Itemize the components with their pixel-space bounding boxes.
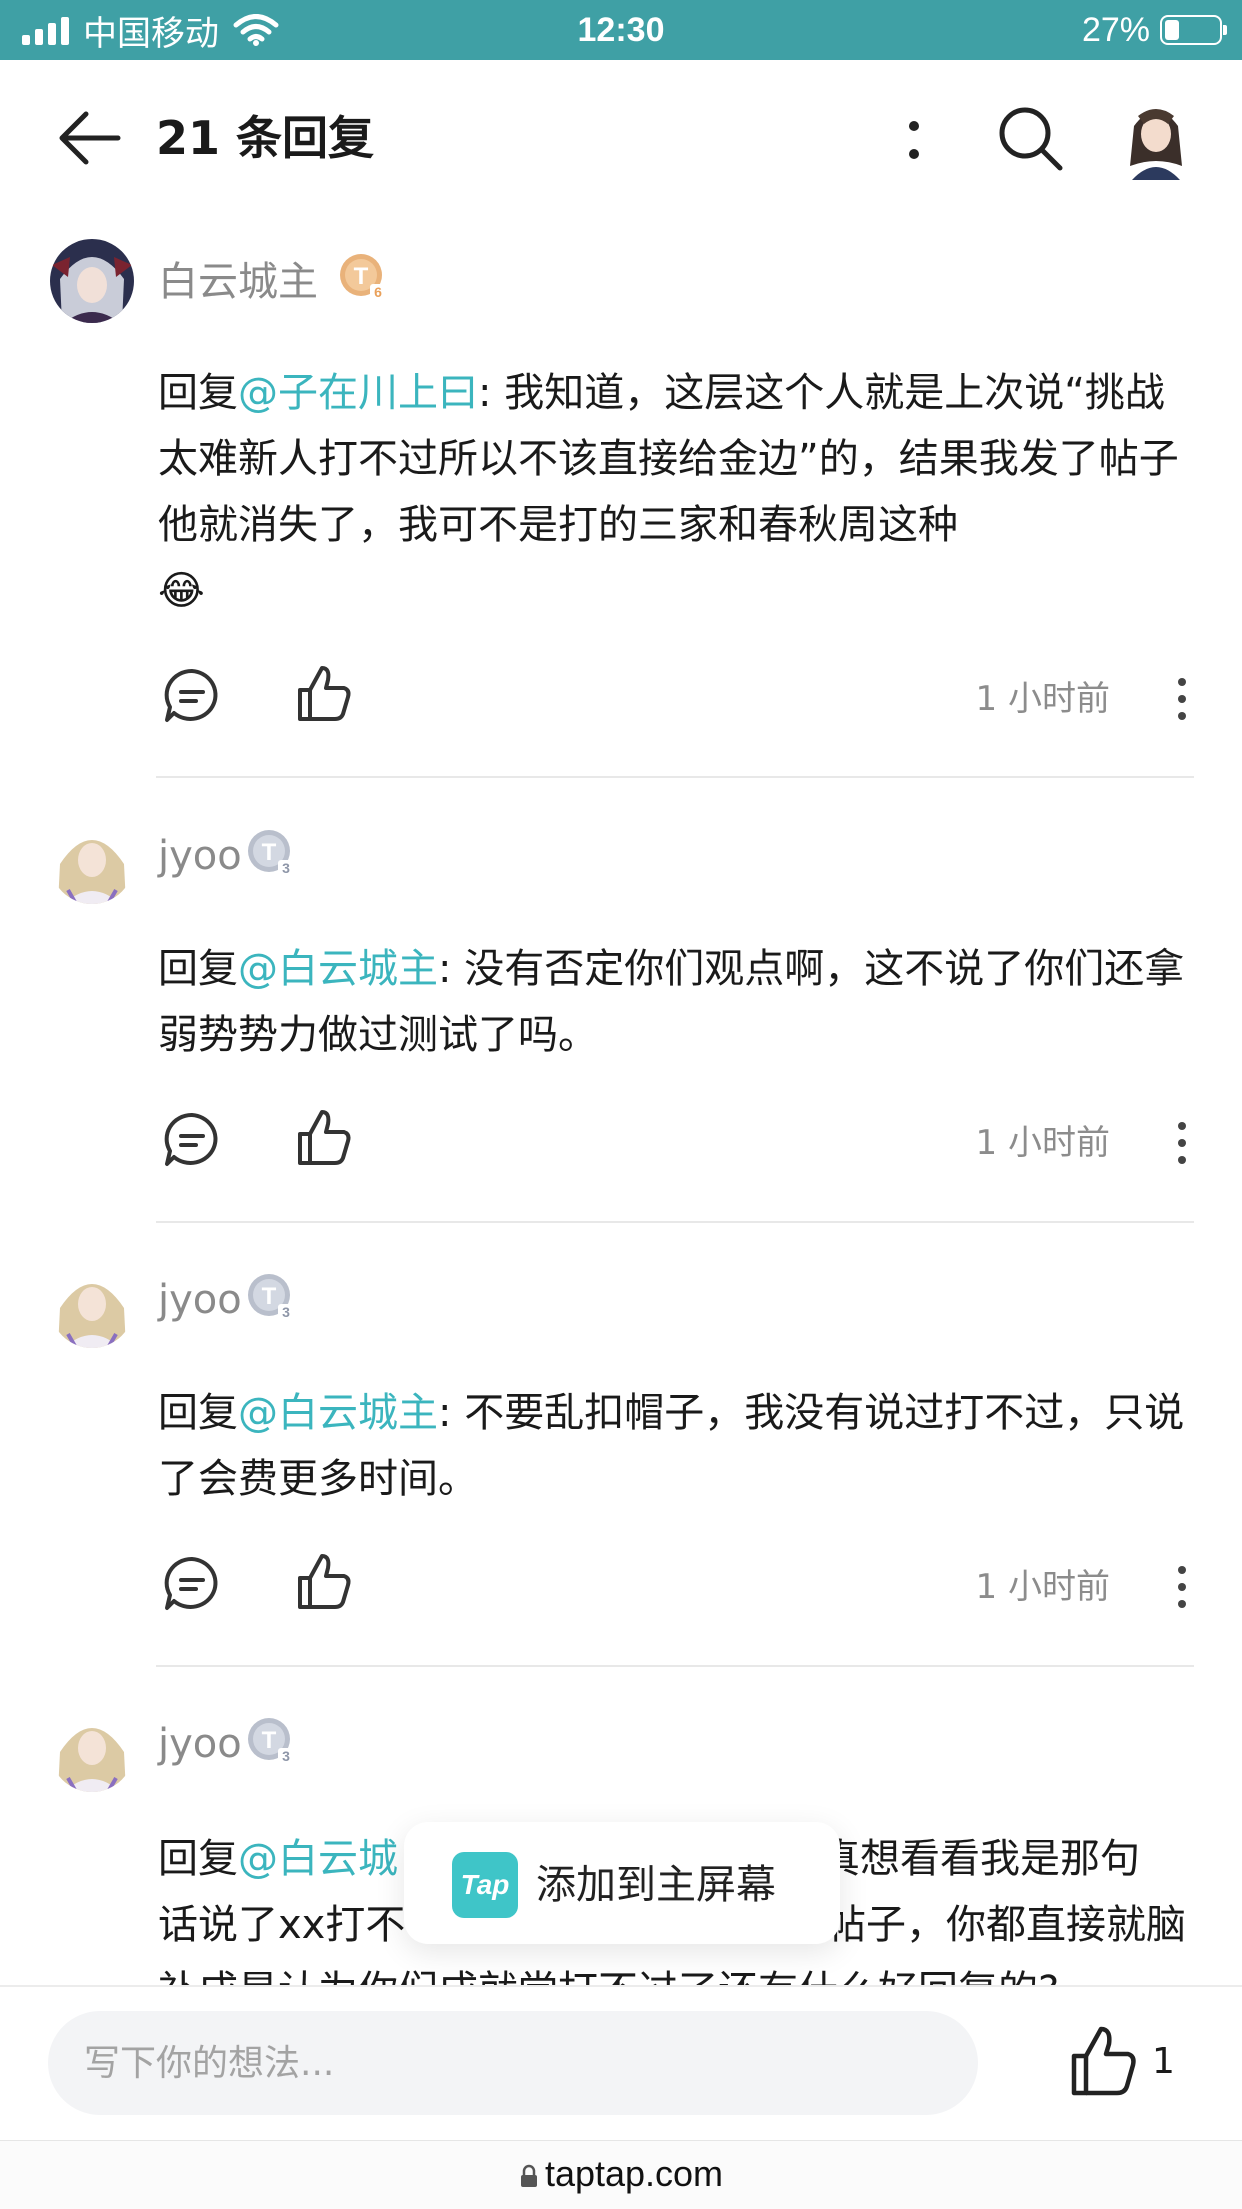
add-to-home-toast[interactable]: Tap 添加到主屏幕 [404, 1822, 840, 1944]
svg-text:6: 6 [374, 284, 382, 300]
reply-icon[interactable] [162, 1110, 222, 1170]
reply-icon[interactable] [162, 666, 222, 726]
browser-url-bar[interactable]: taptap.com [0, 2140, 1242, 2209]
taptap-logo-icon: Tap [452, 1852, 518, 1918]
back-arrow-icon[interactable] [58, 110, 122, 166]
username[interactable]: 白云城主 [158, 254, 318, 310]
username[interactable]: jyoo [158, 1272, 242, 1328]
mention-link[interactable]: @白云城 [238, 1836, 398, 1882]
avatar[interactable] [50, 1708, 134, 1792]
avatar[interactable] [50, 820, 134, 904]
like-count: 1 [1152, 2041, 1175, 2082]
svg-text:T: T [262, 1283, 277, 1310]
avatar[interactable] [50, 239, 134, 323]
comment-time: 1 小时前 [975, 679, 1110, 719]
clock: 12:30 [577, 11, 665, 49]
level-badge-icon: T 6 [340, 254, 386, 300]
divider [156, 1221, 1194, 1223]
svg-text:T: T [262, 1727, 277, 1754]
svg-text:3: 3 [282, 1748, 290, 1764]
username[interactable]: jyoo [158, 828, 242, 884]
top-nav: 21 条回复 [0, 60, 1242, 218]
comment-text: 回复@子在川上曰: 我知道，这层这个人就是上次说“挑战太难新人打不过所以不该直接… [158, 370, 1179, 614]
battery-icon [1160, 15, 1227, 45]
level-badge-icon: T 3 [248, 1718, 294, 1764]
toast-label: 添加到主屏幕 [536, 1862, 776, 1908]
battery-percent: 27% [1081, 10, 1150, 49]
like-icon[interactable] [294, 1552, 354, 1612]
user-avatar[interactable] [1116, 96, 1196, 180]
username[interactable]: jyoo [158, 1716, 242, 1772]
lock-icon [520, 2164, 537, 2187]
svg-text:T: T [262, 839, 277, 866]
comment-time: 1 小时前 [975, 1567, 1110, 1607]
mention-link[interactable]: @白云城主 [238, 1390, 438, 1436]
comment-more-icon[interactable] [1170, 1118, 1194, 1168]
laugh-emoji-icon: 😂 [158, 568, 205, 614]
like-icon[interactable] [1068, 2025, 1140, 2097]
svg-text:T: T [354, 263, 369, 290]
level-badge-icon: T 3 [248, 1274, 294, 1320]
search-icon[interactable] [996, 104, 1064, 172]
svg-text:3: 3 [282, 1304, 290, 1320]
level-badge-icon: T 3 [248, 830, 294, 876]
like-icon[interactable] [294, 664, 354, 724]
svg-text:3: 3 [282, 860, 290, 876]
more-options-icon[interactable] [896, 112, 932, 168]
mention-link[interactable]: @子在川上曰 [238, 370, 478, 416]
comment-more-icon[interactable] [1170, 674, 1194, 724]
comment-more-icon[interactable] [1170, 1562, 1194, 1612]
comment-time: 1 小时前 [975, 1123, 1110, 1163]
status-bar: 中国移动 12:30 27% [0, 0, 1242, 60]
comment-text: 回复@白云城主: 没有否定你们观点啊，这不说了你们还拿弱势势力做过测试了吗。 [158, 946, 1185, 1058]
avatar[interactable] [50, 1264, 134, 1348]
comment-input[interactable] [48, 2011, 978, 2115]
comment-text: 回复@白云城主: 不要乱扣帽子，我没有说过打不过，只说了会费更多时间。 [158, 1390, 1185, 1502]
url-text: taptap.com [544, 2153, 724, 2194]
divider [156, 776, 1194, 778]
comment-input-bar: 1 [0, 1985, 1242, 2142]
like-icon[interactable] [294, 1108, 354, 1168]
page-title: 21 条回复 [156, 111, 375, 165]
mention-link[interactable]: @白云城主 [238, 946, 438, 992]
reply-icon[interactable] [162, 1554, 222, 1614]
